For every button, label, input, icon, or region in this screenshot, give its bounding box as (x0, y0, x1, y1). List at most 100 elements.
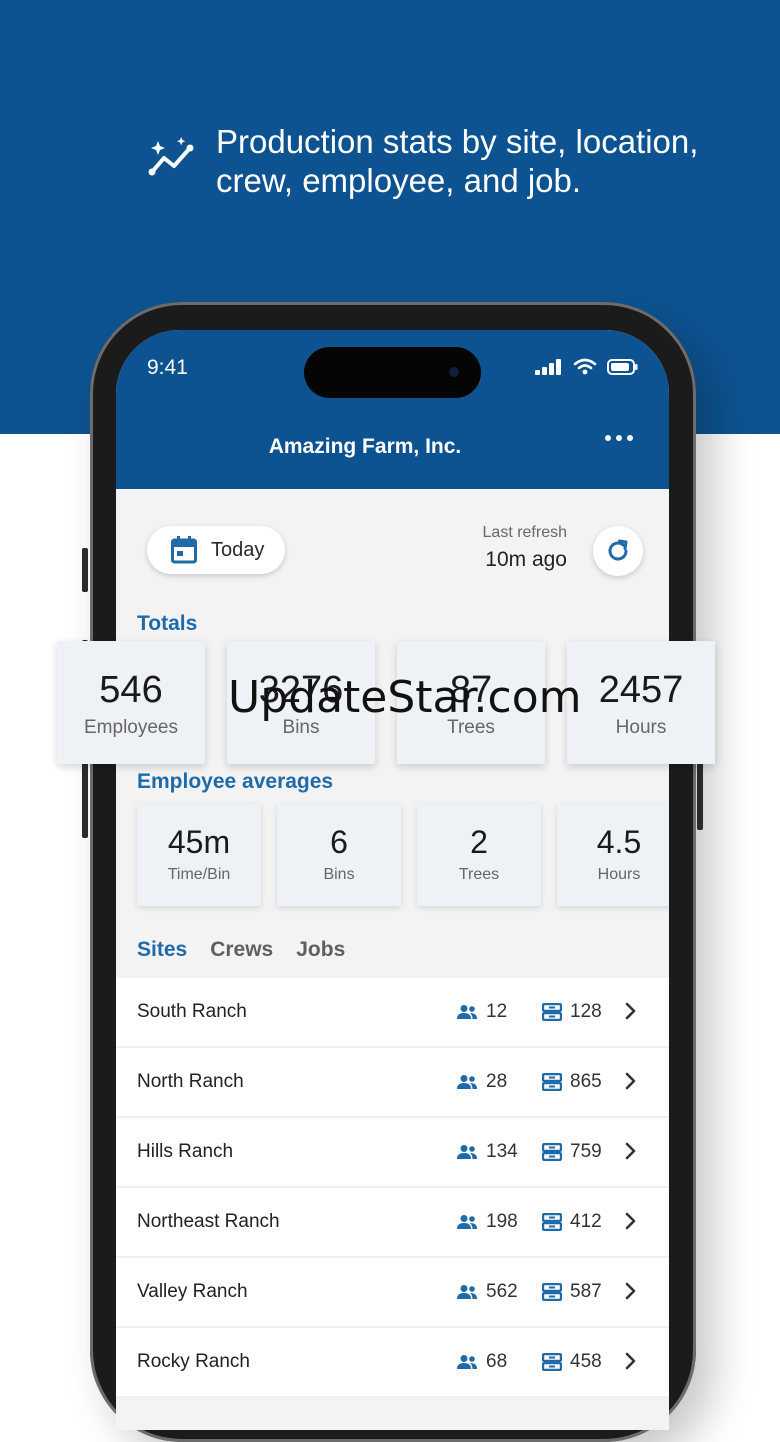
people-icon (457, 1075, 477, 1089)
bin-icon (542, 1143, 562, 1161)
date-filter-label: Today (211, 538, 265, 561)
bin-icon (542, 1213, 562, 1231)
crew-count: 12 (456, 1001, 507, 1023)
app-title: Amazing Farm, Inc. (268, 435, 462, 458)
tab-sites[interactable]: Sites (137, 938, 187, 962)
tab-crews[interactable]: Crews (210, 938, 273, 962)
site-name: Northeast Ranch (137, 1211, 280, 1232)
sparkle-chart-icon (148, 137, 194, 176)
averages-title: Employee averages (137, 770, 334, 793)
refresh-button[interactable] (593, 526, 643, 576)
bin-icon (542, 1003, 562, 1021)
average-label: Time/Bin (167, 866, 231, 883)
phone-side-button (82, 548, 88, 592)
crew-count-value: 28 (486, 1071, 508, 1092)
bin-icon (542, 1283, 562, 1301)
site-name: Hills Ranch (137, 1141, 234, 1162)
camera-dot (449, 367, 459, 377)
people-icon (457, 1145, 477, 1159)
average-value: 4.5 (596, 824, 642, 860)
crew-count-value: 68 (486, 1351, 508, 1372)
bin-icon (542, 1353, 562, 1371)
last-refresh-label: Last refresh (482, 524, 567, 541)
site-name: North Ranch (137, 1071, 244, 1092)
battery-icon (607, 358, 638, 375)
bin-count-value: 128 (570, 1001, 602, 1022)
average-card-trees: 2 Trees (417, 804, 541, 906)
bin-count: 412 (542, 1211, 602, 1233)
status-time: 9:41 (147, 356, 188, 379)
average-label: Bins (323, 866, 355, 883)
site-row[interactable]: Rocky Ranch 68 458 (116, 1328, 669, 1398)
bin-count: 128 (542, 1001, 602, 1023)
crew-count: 562 (456, 1281, 518, 1303)
chevron-right-icon (625, 1072, 636, 1090)
total-card-hours: 2457 Hours (567, 641, 715, 764)
promo-headline: Production stats by site, location, crew… (216, 123, 699, 199)
people-icon (457, 1285, 477, 1299)
bin-count: 865 (542, 1071, 602, 1093)
average-value: 6 (330, 824, 348, 860)
crew-count: 68 (456, 1351, 507, 1373)
site-row[interactable]: Valley Ranch 562 587 (116, 1258, 669, 1328)
site-name: Rocky Ranch (137, 1351, 250, 1372)
average-card-bins: 6 Bins (277, 804, 401, 906)
crew-count: 28 (456, 1071, 507, 1093)
people-icon (457, 1215, 477, 1229)
crew-count-value: 562 (486, 1281, 518, 1302)
crew-count: 198 (456, 1211, 518, 1233)
crew-count-value: 198 (486, 1211, 518, 1232)
average-card-hours: 4.5 Hours (557, 804, 669, 906)
total-card-employees: 546 Employees (57, 641, 205, 764)
chevron-right-icon (625, 1212, 636, 1230)
chevron-right-icon (625, 1282, 636, 1300)
chevron-right-icon (625, 1352, 636, 1370)
site-row[interactable]: Hills Ranch 134 759 (116, 1118, 669, 1188)
tab-jobs[interactable]: Jobs (296, 938, 345, 962)
people-icon (457, 1355, 477, 1369)
list-tabs: Sites Crews Jobs (137, 938, 345, 962)
bin-count: 587 (542, 1281, 602, 1303)
refresh-icon (608, 539, 628, 561)
average-card-time-per-bin: 45m Time/Bin (137, 804, 261, 906)
bin-count-value: 759 (570, 1141, 602, 1162)
crew-count-value: 134 (486, 1141, 518, 1162)
bin-count: 458 (542, 1351, 602, 1373)
average-value: 45m (167, 824, 231, 860)
total-label: Hours (615, 717, 667, 738)
last-refresh: Last refresh 10m ago (483, 524, 567, 572)
people-icon (457, 1005, 477, 1019)
status-icons (535, 358, 639, 375)
total-label: Employees (84, 717, 178, 738)
site-row[interactable]: North Ranch 28 865 (116, 1048, 669, 1118)
wifi-icon (573, 358, 597, 375)
app-screen: 9:41 Amazing Farm, Inc. Today Last refre… (116, 330, 669, 1430)
site-row[interactable]: Northeast Ranch 198 412 (116, 1188, 669, 1258)
bin-count-value: 412 (570, 1211, 602, 1232)
total-value: 2457 (598, 669, 684, 711)
site-row[interactable]: South Ranch 12 128 (116, 978, 669, 1048)
bin-count-value: 458 (570, 1351, 602, 1372)
watermark-text: UpdateStar.com (228, 672, 582, 723)
bin-count-value: 865 (570, 1071, 602, 1092)
site-name: South Ranch (137, 1001, 247, 1022)
cellular-signal-icon (535, 358, 561, 375)
bin-count-value: 587 (570, 1281, 602, 1302)
bin-icon (542, 1073, 562, 1091)
calendar-icon (171, 536, 197, 564)
more-options-button[interactable] (605, 435, 633, 441)
dynamic-island (304, 347, 481, 398)
chevron-right-icon (625, 1142, 636, 1160)
crew-count-value: 12 (486, 1001, 508, 1022)
bin-count: 759 (542, 1141, 602, 1163)
totals-title: Totals (137, 612, 198, 635)
average-value: 2 (470, 824, 488, 860)
site-name: Valley Ranch (137, 1281, 248, 1302)
average-label: Trees (458, 866, 500, 883)
date-filter-button[interactable]: Today (147, 526, 285, 574)
app-header: 9:41 Amazing Farm, Inc. (116, 330, 669, 489)
total-value: 546 (99, 669, 163, 711)
sites-list: South Ranch 12 128 North Ranch 28 865 Hi… (116, 978, 669, 1398)
average-label: Hours (597, 866, 641, 883)
crew-count: 134 (456, 1141, 518, 1163)
